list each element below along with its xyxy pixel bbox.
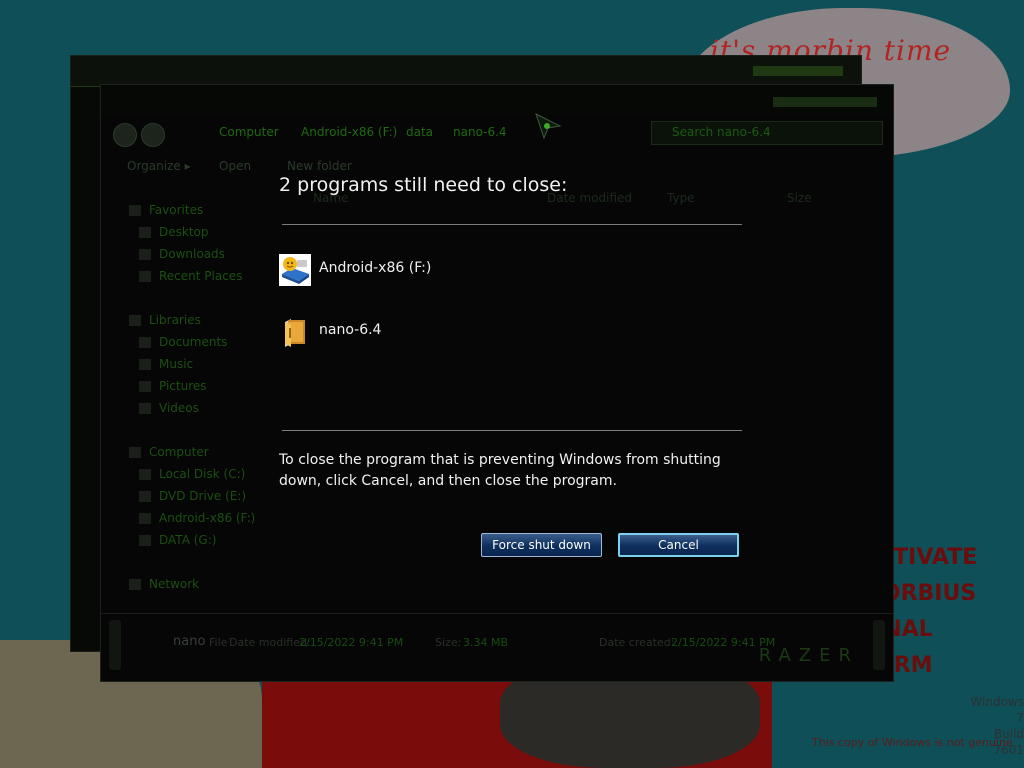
details-file-type: File: [209, 636, 228, 649]
shutdown-blocked-dialog: 2 programs still need to close: Android-…: [262, 160, 762, 590]
nav-pictures[interactable]: Pictures: [139, 379, 207, 393]
nav-local-disk[interactable]: Local Disk (C:): [138, 467, 245, 481]
genuine-notice: This copy of Windows is not genuine: [812, 736, 1013, 750]
cancel-button[interactable]: Cancel: [618, 533, 739, 557]
nav-libraries[interactable]: Libraries: [129, 313, 201, 327]
nav-downloads[interactable]: Downloads: [139, 247, 225, 261]
search-placeholder: Search nano-6.4: [672, 125, 771, 139]
force-shut-down-button[interactable]: Force shut down: [481, 533, 602, 557]
genuine-notice-line: This copy of Windows is not genuine: [812, 736, 1013, 749]
open-button[interactable]: Open: [219, 159, 251, 173]
nav-data-drive[interactable]: DATA (G:): [138, 533, 216, 547]
nav-recent-places[interactable]: Recent Places: [138, 269, 242, 283]
details-date-created-label: Date created:: [599, 636, 675, 649]
divider-bottom: [282, 430, 742, 431]
nav-dvd-drive[interactable]: DVD Drive (E:): [138, 489, 246, 503]
program-label: nano-6.4: [319, 322, 382, 338]
background-window-badge: [753, 66, 843, 76]
dialog-title: 2 programs still need to close:: [279, 174, 568, 196]
details-size-label: Size:: [435, 636, 462, 649]
program-label: Android-x86 (F:): [319, 260, 432, 276]
folder-icon: [285, 319, 305, 347]
drive-icon: [279, 254, 311, 286]
back-button[interactable]: [113, 123, 137, 147]
nav-computer[interactable]: Computer: [129, 445, 209, 459]
column-size[interactable]: Size: [787, 191, 812, 205]
dialog-message: To close the program that is preventing …: [279, 452, 721, 489]
frame-decoration: [109, 620, 121, 670]
nav-android-drive[interactable]: Android-x86 (F:): [138, 511, 255, 525]
explorer-title-badge: [773, 97, 877, 107]
frame-decoration: [873, 620, 885, 670]
breadcrumb-folder[interactable]: nano-6.4: [453, 125, 507, 139]
mouse-cursor-icon: [535, 113, 562, 140]
nav-network[interactable]: Network: [128, 577, 199, 591]
breadcrumb-drive[interactable]: Android-x86 (F:): [301, 125, 397, 139]
program-item: nano-6.4: [279, 316, 679, 350]
nav-music[interactable]: Music: [138, 357, 193, 371]
divider-top: [282, 224, 742, 225]
windows-build-line: Windows 7: [970, 695, 1024, 725]
program-item: Android-x86 (F:): [279, 254, 679, 288]
nav-favorites[interactable]: Favorites: [128, 203, 203, 217]
razer-logo: RAZER: [758, 645, 859, 666]
nav-videos[interactable]: Videos: [139, 401, 199, 415]
organize-menu[interactable]: Organize ▸: [127, 159, 191, 173]
breadcrumb-data[interactable]: data: [406, 125, 433, 139]
background-window-titlebar[interactable]: [71, 56, 861, 87]
details-date-modified: 2/15/2022 9:41 PM: [299, 636, 404, 649]
search-input[interactable]: Search nano-6.4: [651, 121, 883, 145]
nav-documents[interactable]: Documents: [138, 335, 227, 349]
forward-button[interactable]: [141, 123, 165, 147]
details-size: 3.34 MB: [463, 636, 509, 649]
details-file-name: nano: [173, 634, 206, 649]
breadcrumb-computer[interactable]: Computer: [219, 125, 279, 139]
nav-desktop[interactable]: Desktop: [139, 225, 209, 239]
